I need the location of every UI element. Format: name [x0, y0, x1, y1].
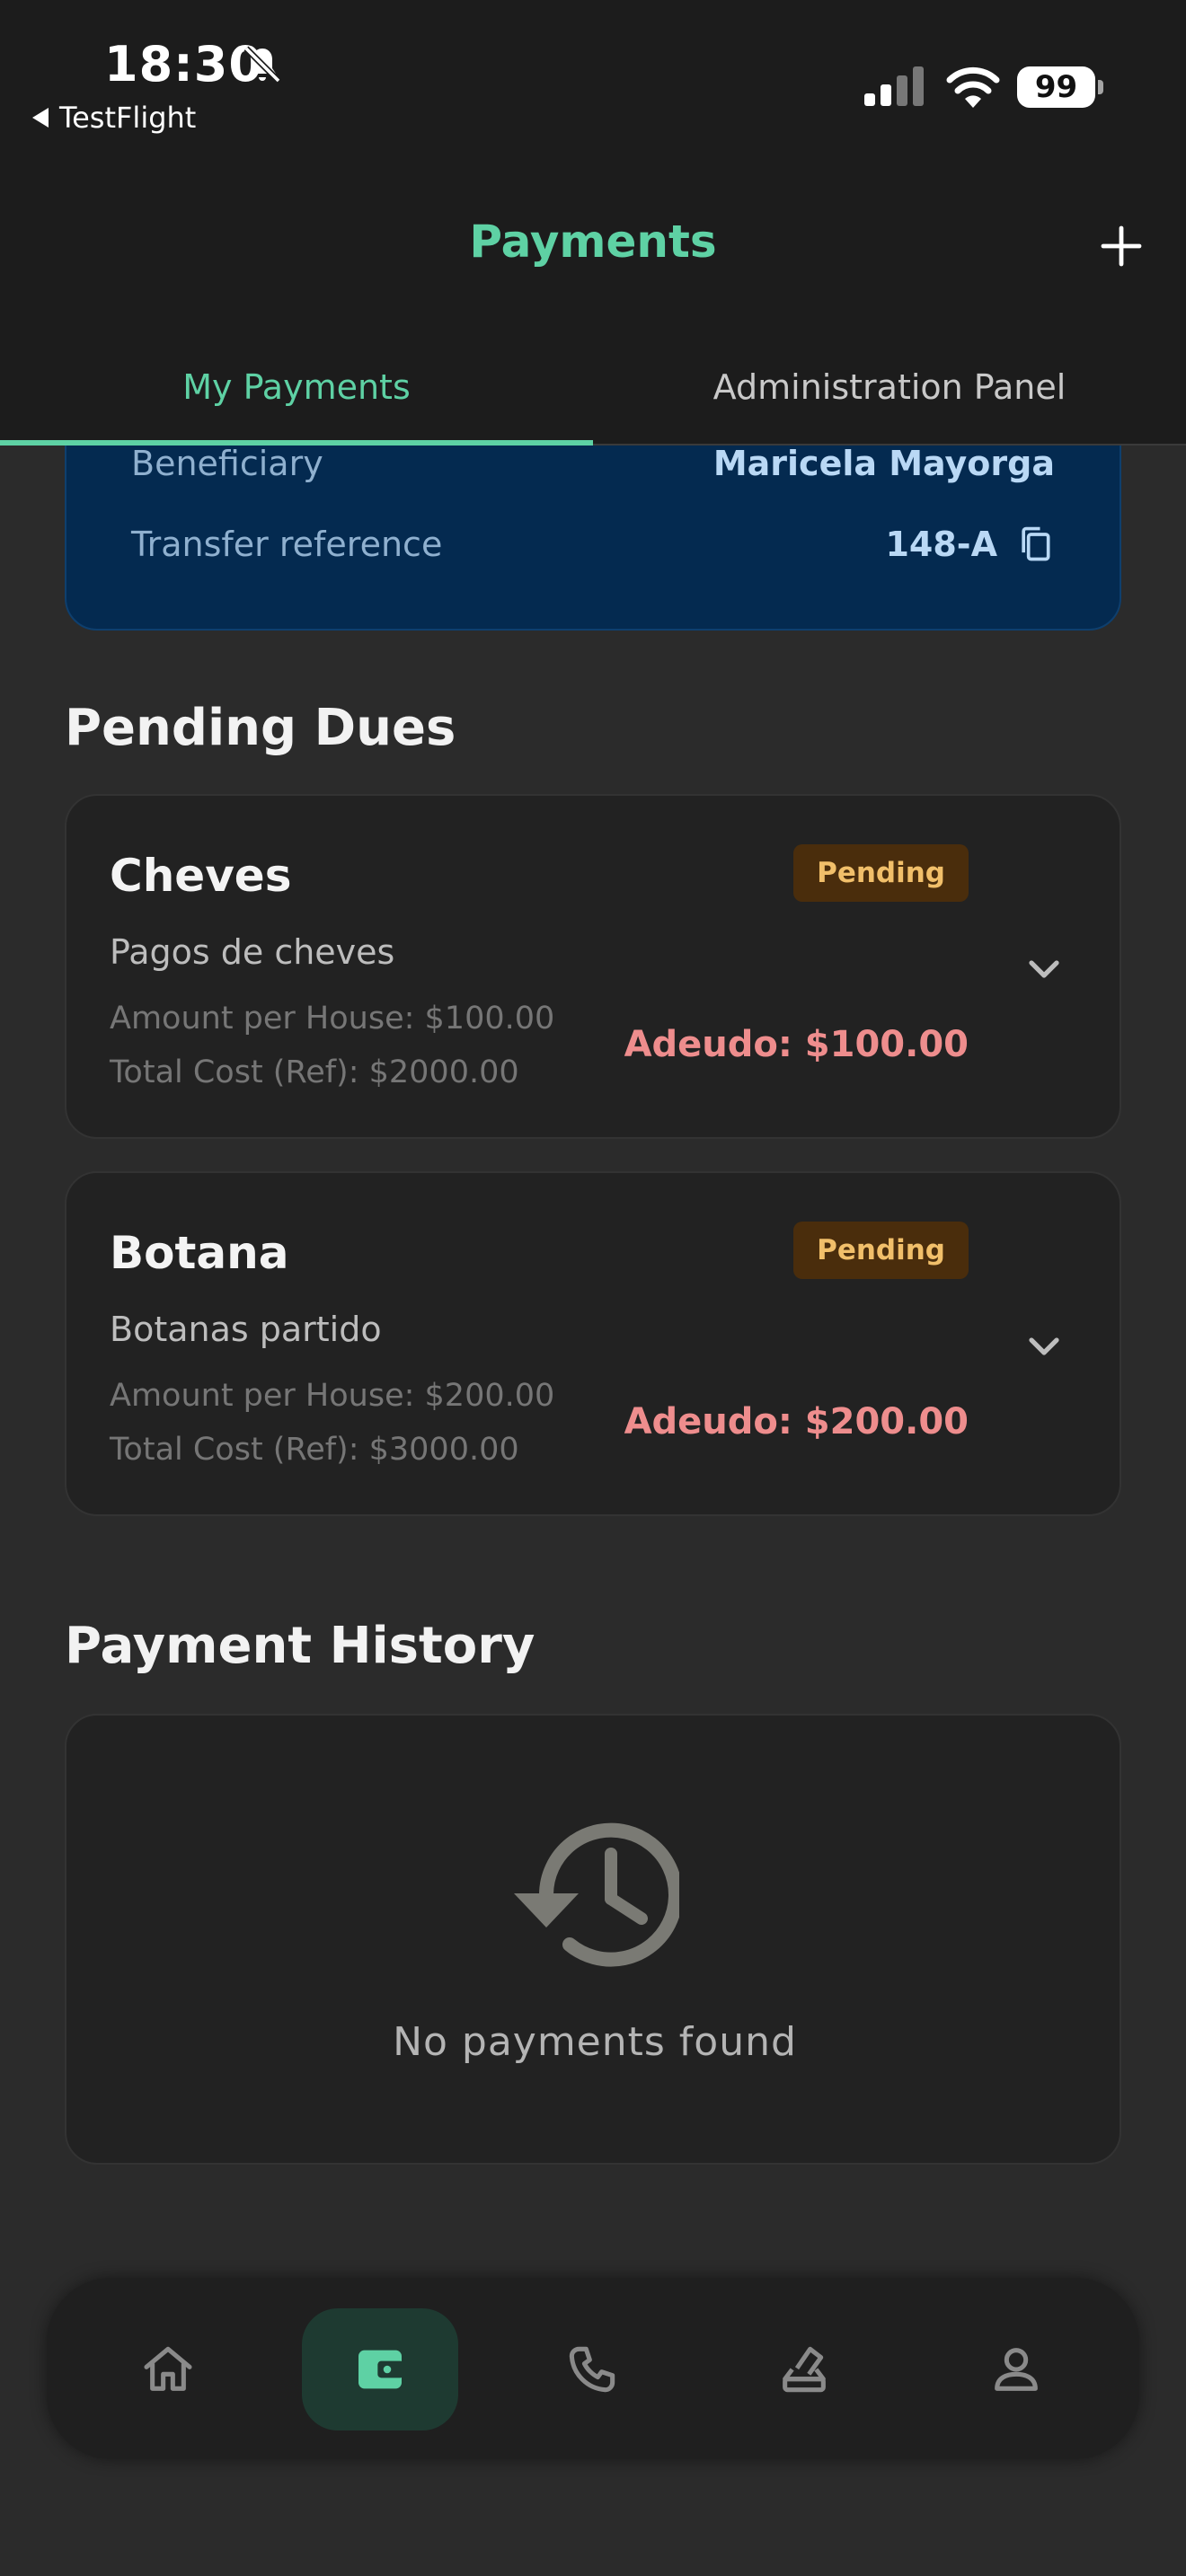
signal-icon	[864, 66, 924, 106]
transfer-reference-value: 148-A	[885, 525, 997, 564]
status-time: 18:30	[104, 36, 263, 93]
bottom-navigation	[47, 2278, 1139, 2459]
due-card-botana[interactable]: Botana Pending Botanas partido Amount pe…	[65, 1171, 1121, 1516]
beneficiary-value: Maricela Mayorga	[712, 444, 1055, 483]
due-amount-per-house: Amount per House: $200.00	[110, 1378, 555, 1414]
wifi-icon	[946, 66, 1000, 108]
active-tab-indicator	[0, 440, 593, 446]
battery-icon	[1098, 80, 1103, 94]
payment-history-card: No payments found	[65, 1714, 1121, 2165]
due-description: Pagos de cheves	[110, 932, 395, 972]
transfer-reference-group: 148-A	[885, 523, 1055, 566]
back-to-testflight[interactable]: TestFlight	[32, 101, 196, 135]
tab-my-payments[interactable]: My Payments	[0, 356, 593, 446]
nav-contacts[interactable]	[514, 2308, 670, 2430]
nav-home[interactable]	[90, 2308, 246, 2430]
due-total-cost: Total Cost (Ref): $2000.00	[110, 1054, 519, 1090]
plus-icon	[1101, 225, 1142, 267]
status-badge: Pending	[793, 844, 969, 902]
copy-icon[interactable]	[1015, 523, 1055, 566]
history-icon	[514, 1822, 679, 1967]
due-adeudo: Adeudo: $200.00	[624, 1401, 969, 1442]
beneficiary-label: Beneficiary	[131, 444, 323, 483]
tab-administration-panel[interactable]: Administration Panel	[593, 356, 1186, 446]
due-description: Botanas partido	[110, 1310, 382, 1349]
nav-voting[interactable]	[726, 2308, 882, 2430]
due-adeudo: Adeudo: $100.00	[624, 1024, 969, 1065]
payments-screen: Beneficiary Maricela Mayorga Transfer re…	[0, 0, 1186, 2576]
battery-indicator: 99	[1017, 66, 1103, 108]
chevron-down-icon[interactable]	[1022, 947, 1066, 990]
home-icon	[144, 2346, 192, 2391]
bell-slash-icon	[243, 46, 281, 84]
empty-state-text: No payments found	[393, 2019, 797, 2065]
battery-level: 99	[1017, 66, 1096, 108]
due-name: Botana	[110, 1227, 289, 1279]
nav-payments[interactable]	[302, 2308, 458, 2430]
phone-icon	[569, 2346, 615, 2393]
chevron-down-icon[interactable]	[1022, 1324, 1066, 1367]
due-amount-per-house: Amount per House: $100.00	[110, 1001, 555, 1037]
payment-history-title: Payment History	[65, 1617, 535, 1675]
due-name: Cheves	[110, 850, 292, 902]
due-card-cheves[interactable]: Cheves Pending Pagos de cheves Amount pe…	[65, 794, 1121, 1139]
beneficiary-row: Beneficiary Maricela Mayorga	[131, 444, 1055, 483]
wallet-icon	[358, 2350, 404, 2389]
add-payment-button[interactable]	[1091, 216, 1152, 277]
back-app-label: TestFlight	[59, 101, 197, 135]
due-total-cost: Total Cost (Ref): $3000.00	[110, 1432, 519, 1468]
top-app-bar: 18:30 TestFlight 99 Payments My Payments…	[0, 0, 1186, 446]
back-arrow-icon	[32, 108, 49, 128]
status-badge: Pending	[793, 1222, 969, 1279]
transfer-reference-label: Transfer reference	[131, 525, 443, 564]
pending-dues-title: Pending Dues	[65, 699, 456, 757]
nav-profile[interactable]	[938, 2308, 1094, 2430]
vote-box-icon	[783, 2346, 826, 2393]
page-title: Payments	[469, 216, 717, 268]
person-icon	[995, 2348, 1038, 2391]
transfer-reference-row: Transfer reference 148-A	[131, 523, 1055, 566]
